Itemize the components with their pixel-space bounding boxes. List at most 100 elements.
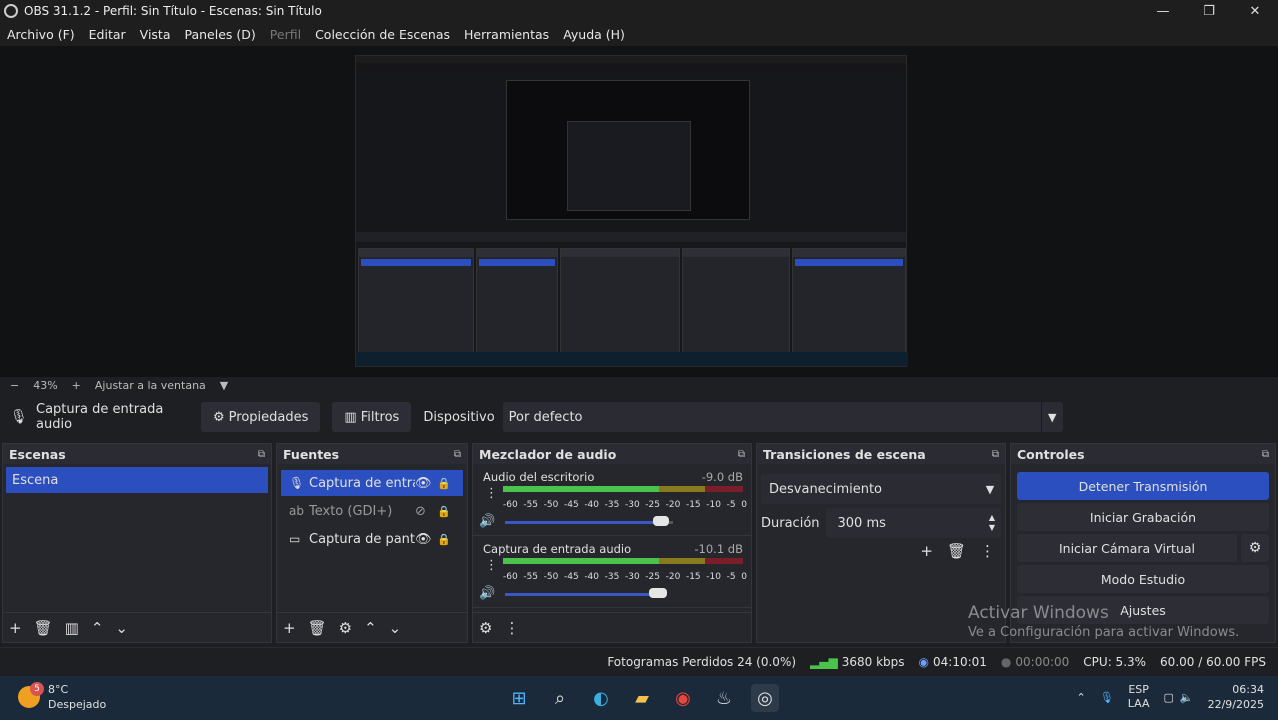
edge-browser-icon[interactable]: ◐ [587, 684, 615, 712]
trash-icon[interactable]: 🗑 [947, 542, 966, 560]
menu-herramientas[interactable]: Herramientas [464, 27, 549, 42]
fps: 60.00 / 60.00 FPS [1160, 654, 1266, 669]
maximize-icon[interactable]: ❐ [1186, 0, 1232, 22]
nested-sources-dock [476, 248, 558, 356]
undock-icon[interactable]: ⧉ [454, 449, 461, 460]
clock[interactable]: 06:34 22/9/2025 [1208, 682, 1264, 712]
menu-perfil[interactable]: Perfil [270, 27, 301, 42]
file-explorer-icon[interactable]: ▰ [628, 684, 656, 712]
network-icon[interactable]: ▢ [1163, 691, 1173, 704]
lock-icon[interactable]: 🔒 [437, 505, 453, 518]
meter-scale: -60 -55 -50 -45 -40 -35 -30 -25 -20 -15 -10 -5 0 [503, 572, 747, 582]
weather-widget[interactable]: 5 8°C Despejado [18, 682, 106, 712]
transition-select[interactable]: Desvanecimiento ▼ [761, 474, 1001, 504]
volume-knob[interactable] [653, 516, 669, 526]
record-icon: ● [1000, 654, 1012, 669]
zoom-bar: − 43% + Ajustar a la ventana ▼ [0, 377, 1278, 393]
transitions-dock: Transiciones de escena ⧉ Desvanecimiento… [756, 443, 1006, 643]
gear-icon: ⚙ [213, 409, 225, 425]
menu-paneles[interactable]: Paneles (D) [185, 27, 256, 42]
channel-menu-icon[interactable]: ⋮ [485, 558, 498, 573]
source-toolbar: 🎙 Captura de entrada audio ⚙ Propiedades… [0, 398, 1278, 436]
arrow-up-icon[interactable]: ⌃ [91, 619, 104, 637]
device-value: Por defecto [508, 409, 583, 425]
fit-window-label[interactable]: Ajustar a la ventana [95, 379, 206, 392]
more-icon[interactable]: ⋮ [980, 542, 995, 560]
close-icon[interactable]: ✕ [1232, 0, 1278, 22]
windows-start-icon[interactable]: ⊞ [505, 684, 533, 712]
menu-archivo[interactable]: Archivo (F) [7, 27, 75, 42]
channel-menu-icon[interactable]: ⋮ [485, 486, 498, 501]
mixer-menu-icon[interactable]: ⋮ [504, 619, 519, 637]
add-icon[interactable]: + [9, 619, 22, 637]
source-item[interactable]: ▭ Captura de pantalla 👁 🔒 [281, 526, 463, 552]
undock-icon[interactable]: ⧉ [992, 449, 999, 460]
search-icon[interactable]: ⌕ [546, 684, 574, 712]
windows-taskbar: 5 8°C Despejado ⊞ ⌕ ◐ ▰ ◉ ♨ ◎ ⌃ 🎙 ESP LA… [0, 676, 1278, 720]
scenes-footer: + 🗑 ▥ ⌃ ⌄ [3, 612, 271, 642]
bitrate: 3680 kbps [841, 654, 905, 669]
nested-transitions-dock [682, 248, 790, 356]
settings-button[interactable]: Ajustes [1017, 596, 1269, 624]
volume-icon[interactable]: 🔈 [1180, 691, 1194, 704]
language-indicator[interactable]: ESP LAA [1128, 683, 1150, 711]
zoom-dropdown-icon[interactable]: ▼ [220, 379, 228, 392]
volume-slider[interactable]: 🔊 [479, 586, 745, 602]
undock-icon[interactable]: ⧉ [258, 449, 265, 460]
zoom-in-button[interactable]: + [72, 379, 81, 392]
add-icon[interactable]: + [283, 619, 296, 637]
chevron-up-icon[interactable]: ⌃ [1077, 691, 1086, 704]
obs-taskbar-icon[interactable]: ◎ [751, 684, 779, 712]
menu-vista[interactable]: Vista [140, 27, 171, 42]
volume-slider[interactable]: 🔊 [479, 514, 745, 530]
mixer-footer: ⚙ ⋮ [473, 612, 751, 642]
minimize-icon[interactable]: — [1140, 0, 1186, 22]
advanced-audio-icon[interactable]: ⚙ [479, 619, 492, 637]
spin-arrows-icon[interactable]: ▲ ▼ [989, 513, 1001, 533]
source-item[interactable]: ab Texto (GDI+) ⊘ 🔒 [281, 498, 463, 524]
filters-button[interactable]: ▥ Filtros [332, 402, 412, 432]
menu-ayuda[interactable]: Ayuda (H) [563, 27, 625, 42]
source-label: Texto (GDI+) [309, 503, 393, 519]
duration-label: Duración [761, 515, 820, 531]
studio-mode-button[interactable]: Modo Estudio [1017, 565, 1269, 593]
start-virtual-camera-button[interactable]: Iniciar Cámara Virtual [1017, 534, 1237, 562]
start-recording-button[interactable]: Iniciar Grabación [1017, 503, 1269, 531]
gear-icon[interactable]: ⚙ [1241, 534, 1269, 562]
lock-icon[interactable]: 🔒 [437, 533, 453, 546]
add-icon[interactable]: + [920, 542, 933, 560]
eye-icon[interactable]: 👁 [415, 532, 437, 547]
arrow-up-icon[interactable]: ⌃ [364, 619, 377, 637]
lock-icon[interactable]: 🔒 [437, 477, 453, 490]
arrow-down-icon[interactable]: ⌄ [115, 619, 128, 637]
eye-hidden-icon[interactable]: ⊘ [415, 504, 437, 519]
mic-icon: 🎙 [10, 409, 28, 425]
chevron-down-icon: ▼ [1040, 402, 1063, 432]
scene-item[interactable]: Escena [6, 467, 268, 493]
volume-meter [503, 486, 743, 492]
zoom-out-button[interactable]: − [10, 379, 19, 392]
undock-icon[interactable]: ⧉ [738, 449, 745, 460]
speaker-icon[interactable]: 🔊 [479, 514, 495, 529]
menu-coleccion-escenas[interactable]: Colección de Escenas [315, 27, 450, 42]
volume-knob[interactable] [649, 588, 667, 598]
steam-icon[interactable]: ♨ [710, 684, 738, 712]
device-select[interactable]: Por defecto ▼ [502, 402, 1063, 432]
duration-field[interactable]: 300 ms ▲ ▼ [825, 508, 1001, 538]
scenes-header: Escenas ⧉ [3, 444, 271, 464]
trash-icon[interactable]: 🗑 [34, 619, 53, 637]
stop-stream-button[interactable]: Detener Transmisión [1017, 472, 1269, 500]
arrow-down-icon[interactable]: ⌄ [389, 619, 402, 637]
undock-icon[interactable]: ⧉ [1262, 449, 1269, 460]
chrome-icon[interactable]: ◉ [669, 684, 697, 712]
filter-icon[interactable]: ▥ [65, 619, 79, 637]
trash-icon[interactable]: 🗑 [308, 619, 327, 637]
speaker-icon[interactable]: 🔊 [479, 586, 495, 601]
stream-icon: ◉ [918, 654, 929, 669]
source-item[interactable]: 🎙 Captura de entrada audio 👁 🔒 [281, 470, 463, 496]
menu-editar[interactable]: Editar [89, 27, 126, 42]
gear-icon[interactable]: ⚙ [339, 619, 352, 637]
properties-button[interactable]: ⚙ Propiedades [201, 402, 321, 432]
mic-icon[interactable]: 🎙 [1100, 691, 1114, 704]
eye-icon[interactable]: 👁 [415, 476, 437, 491]
